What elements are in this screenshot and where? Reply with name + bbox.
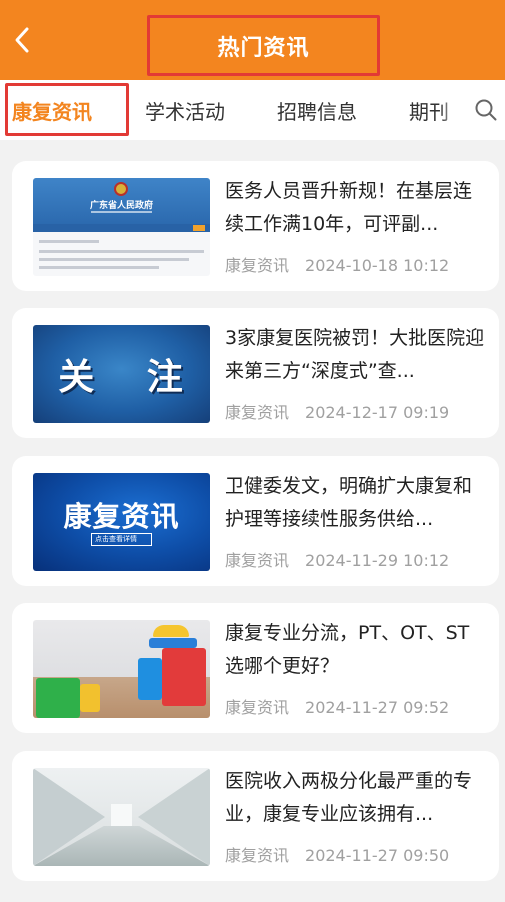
article-card[interactable]: 医院收入两极分化最严重的专业，康复专业应该拥有... 康复资讯 2024-11-2…: [12, 751, 499, 881]
article-thumbnail: 关 注: [33, 325, 210, 423]
article-date: 2024-10-18 10:12: [305, 256, 450, 275]
article-meta: 康复资讯 2024-11-27 09:52: [225, 694, 449, 718]
article-thumbnail: 康复资讯 点击查看详情: [33, 473, 210, 571]
tab-academic-events[interactable]: 学术活动: [145, 80, 225, 140]
national-emblem-icon: [114, 182, 128, 196]
article-date: 2024-12-17 09:19: [305, 403, 450, 422]
article-thumbnail: [33, 768, 210, 866]
chevron-left-icon: [15, 27, 29, 53]
article-title: 康复专业分流，PT、OT、ST选哪个更好？: [225, 622, 470, 677]
article-card[interactable]: 广东省人民政府 医务人员晋升新规！在基层连续工作满10年，可评副... 康复资讯…: [12, 161, 499, 291]
article-date: 2024-11-27 09:50: [305, 846, 450, 865]
article-category: 康复资讯: [225, 846, 290, 865]
article-meta: 康复资讯 2024-10-18 10:12: [225, 252, 449, 276]
article-card[interactable]: 康复专业分流，PT、OT、ST选哪个更好？ 康复资讯 2024-11-27 09:…: [12, 603, 499, 733]
search-icon: [475, 99, 496, 121]
article-meta: 康复资讯 2024-12-17 09:19: [225, 399, 449, 423]
article-card[interactable]: 关 注 3家康复医院被罚！大批医院迎来第三方“深度式”查... 康复资讯 2024…: [12, 308, 499, 438]
article-thumbnail: [33, 620, 210, 718]
tab-recruitment[interactable]: 招聘信息: [277, 80, 357, 140]
back-button[interactable]: [4, 18, 40, 62]
search-button[interactable]: [466, 80, 505, 140]
article-thumbnail: 广东省人民政府: [33, 178, 210, 276]
article-title: 3家康复医院被罚！大批医院迎来第三方“深度式”查...: [225, 327, 485, 382]
thumbnail-text: 广东省人民政府: [89, 201, 153, 211]
thumbnail-subtext: 点击查看详情: [91, 533, 152, 546]
article-category: 康复资讯: [225, 551, 290, 570]
thumbnail-text: 康复资讯: [63, 500, 180, 533]
article-date: 2024-11-27 09:52: [305, 698, 450, 717]
article-meta: 康复资讯 2024-11-29 10:12: [225, 547, 449, 571]
article-meta: 康复资讯 2024-11-27 09:50: [225, 842, 449, 866]
thumbnail-text: 关 注: [58, 357, 203, 398]
article-category: 康复资讯: [225, 403, 290, 422]
page-title-highlight: 热门资讯: [147, 15, 380, 76]
article-card[interactable]: 康复资讯 点击查看详情 卫健委发文，明确扩大康复和护理等接续性服务供给... 康…: [12, 456, 499, 586]
article-category: 康复资讯: [225, 256, 290, 275]
article-title: 卫健委发文，明确扩大康复和护理等接续性服务供给...: [225, 475, 473, 530]
page-title: 热门资讯: [217, 35, 310, 61]
article-title: 医院收入两极分化最严重的专业，康复专业应该拥有...: [225, 770, 473, 825]
tab-rehab-news[interactable]: 康复资讯: [12, 80, 92, 140]
article-date: 2024-11-29 10:12: [305, 551, 450, 570]
article-category: 康复资讯: [225, 698, 290, 717]
app-header: 热门资讯: [0, 0, 505, 80]
article-title: 医务人员晋升新规！在基层连续工作满10年，可评副...: [225, 180, 473, 235]
category-tabs: 康复资讯 学术活动 招聘信息 期刊: [0, 80, 505, 140]
